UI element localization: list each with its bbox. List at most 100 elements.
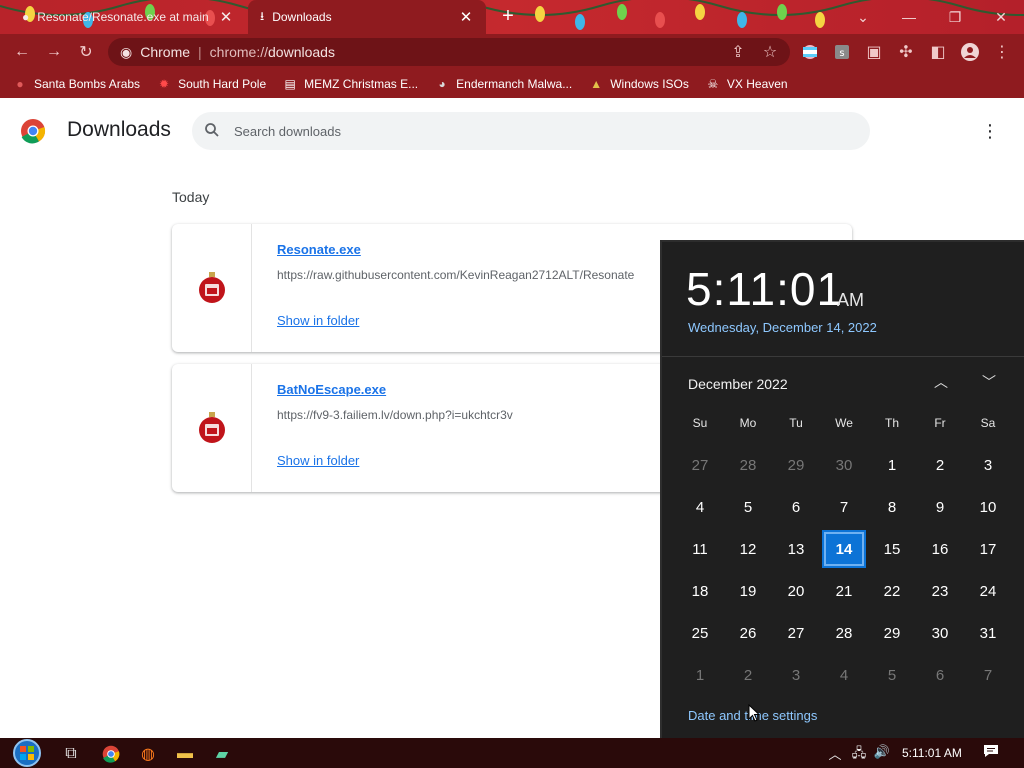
network-icon[interactable]: 🖧 [850,744,868,766]
calendar-day[interactable]: 22 [868,570,916,612]
tab-downloads[interactable]: ⭳ Downloads ✕ [248,0,486,34]
tab-github[interactable]: ● Resonate/Resonate.exe at main ✕ [10,0,246,34]
bookmark-item[interactable]: ☠ VX Heaven [705,76,788,92]
volume-icon[interactable]: 🔊 [873,744,891,760]
download-source-url[interactable]: https://raw.githubusercontent.com/KevinR… [277,268,634,282]
calendar-day[interactable]: 15 [868,528,916,570]
flag-extension-icon[interactable] [798,40,822,64]
calendar-day[interactable]: 5 [868,654,916,696]
calendar-day[interactable]: 23 [916,570,964,612]
taskbar-clock[interactable]: 5:11:01 AM [902,746,962,760]
bookmark-item[interactable]: ▲ Windows ISOs [588,76,689,92]
bookmark-label: Endermanch Malwa... [456,77,573,91]
notification-icon[interactable] [980,742,1002,764]
restore-button[interactable]: ❐ [932,0,978,34]
calendar-month-label[interactable]: December 2022 [688,376,788,392]
calendar-day[interactable]: 3 [964,444,1012,486]
calendar-day[interactable]: 2 [724,654,772,696]
long-date-link[interactable]: Wednesday, December 14, 2022 [688,320,877,335]
calendar-day[interactable]: 30 [916,612,964,654]
profile-avatar-icon[interactable] [958,40,982,64]
calendar-day[interactable]: 20 [772,570,820,612]
extension-glasses-icon[interactable]: ▣ [862,40,886,64]
calendar-day[interactable]: 1 [676,654,724,696]
calendar-day[interactable]: 4 [820,654,868,696]
calendar-day[interactable]: 11 [676,528,724,570]
calendar-day[interactable]: 7 [820,486,868,528]
minimize-button[interactable]: — [886,0,932,34]
bookmark-star-icon[interactable]: ☆ [758,40,782,64]
calendar-day[interactable]: 7 [964,654,1012,696]
calendar-day[interactable]: 10 [964,486,1012,528]
address-bar[interactable]: ◉ Chrome | chrome://downloads [108,38,790,66]
bookmark-item[interactable]: ● Santa Bombs Arabs [12,76,140,92]
file-explorer-icon[interactable]: ▬ [170,741,200,767]
divider [662,356,1024,357]
firefox-taskbar-icon[interactable]: ◍ [133,741,163,767]
download-source-url[interactable]: https://fv9-3.failiem.lv/down.php?i=ukch… [277,408,513,422]
calendar-day[interactable]: 6 [772,486,820,528]
svg-text:s: s [839,48,844,59]
calendar-day[interactable]: 5 [724,486,772,528]
calendar-day[interactable]: 2 [916,444,964,486]
tab-search-button[interactable]: ⌄ [840,0,886,34]
calendar-day-today[interactable]: 14 [820,528,868,570]
show-in-folder-link[interactable]: Show in folder [277,453,359,468]
calendar-day[interactable]: 3 [772,654,820,696]
forward-arrow-icon[interactable]: → [42,40,66,64]
bookmark-item[interactable]: ▤ MEMZ Christmas E... [282,76,418,92]
calendar-day[interactable]: 19 [724,570,772,612]
calendar-week-row: 27 28 29 30 1 2 3 [676,444,1020,486]
calendar-day[interactable]: 1 [868,444,916,486]
calendar-day[interactable]: 27 [676,444,724,486]
close-tab-icon[interactable]: ✕ [458,8,474,26]
app-taskbar-icon[interactable]: ▰ [207,741,237,767]
chevron-up-icon[interactable]: ︿ [930,372,952,394]
calendar-day[interactable]: 28 [820,612,868,654]
download-file-name[interactable]: Resonate.exe [277,242,361,257]
close-window-button[interactable]: ✕ [978,0,1024,34]
calendar-day[interactable]: 17 [964,528,1012,570]
close-tab-icon[interactable]: ✕ [218,8,234,26]
chevron-down-icon[interactable]: ﹀ [978,372,1000,394]
task-view-icon[interactable]: ⧉ [56,741,86,767]
calendar-day[interactable]: 12 [724,528,772,570]
search-downloads-input[interactable]: Search downloads [192,112,870,150]
calendar-day[interactable]: 29 [772,444,820,486]
calendar-day[interactable]: 29 [868,612,916,654]
calendar-day[interactable]: 8 [868,486,916,528]
bookmark-item[interactable]: ✹ South Hard Pole [156,76,266,92]
extension-s-icon[interactable]: s [830,40,854,64]
show-in-folder-link[interactable]: Show in folder [277,313,359,328]
start-button[interactable] [8,738,46,768]
share-icon[interactable]: ⇪ [726,40,750,64]
calendar-day[interactable]: 28 [724,444,772,486]
bookmark-item[interactable]: ◕ Endermanch Malwa... [434,76,573,92]
back-arrow-icon[interactable]: ← [10,40,34,64]
new-tab-button[interactable]: + [497,6,519,28]
calendar-day[interactable]: 4 [676,486,724,528]
calendar-day[interactable]: 24 [964,570,1012,612]
menu-kebab-icon[interactable]: ⋮ [990,40,1014,64]
calendar-day[interactable]: 21 [820,570,868,612]
calendar-day[interactable]: 26 [724,612,772,654]
calendar-day[interactable]: 13 [772,528,820,570]
calendar-day[interactable]: 6 [916,654,964,696]
chrome-site-icon: ◉ [120,43,133,60]
windows-orb-icon [13,739,41,767]
calendar-day[interactable]: 16 [916,528,964,570]
more-actions-icon[interactable]: ⋮ [980,120,1000,142]
chevron-up-tray-icon[interactable]: ︿ [826,744,844,763]
reload-icon[interactable]: ↻ [74,40,98,64]
calendar-day[interactable]: 30 [820,444,868,486]
download-file-name[interactable]: BatNoEscape.exe [277,382,386,397]
search-icon [204,122,220,141]
chrome-taskbar-icon[interactable] [96,741,126,767]
calendar-day[interactable]: 9 [916,486,964,528]
calendar-day[interactable]: 25 [676,612,724,654]
calendar-day[interactable]: 27 [772,612,820,654]
calendar-day[interactable]: 31 [964,612,1012,654]
extensions-puzzle-icon[interactable]: ✣ [894,40,918,64]
side-panel-icon[interactable]: ◧ [926,40,950,64]
calendar-day[interactable]: 18 [676,570,724,612]
